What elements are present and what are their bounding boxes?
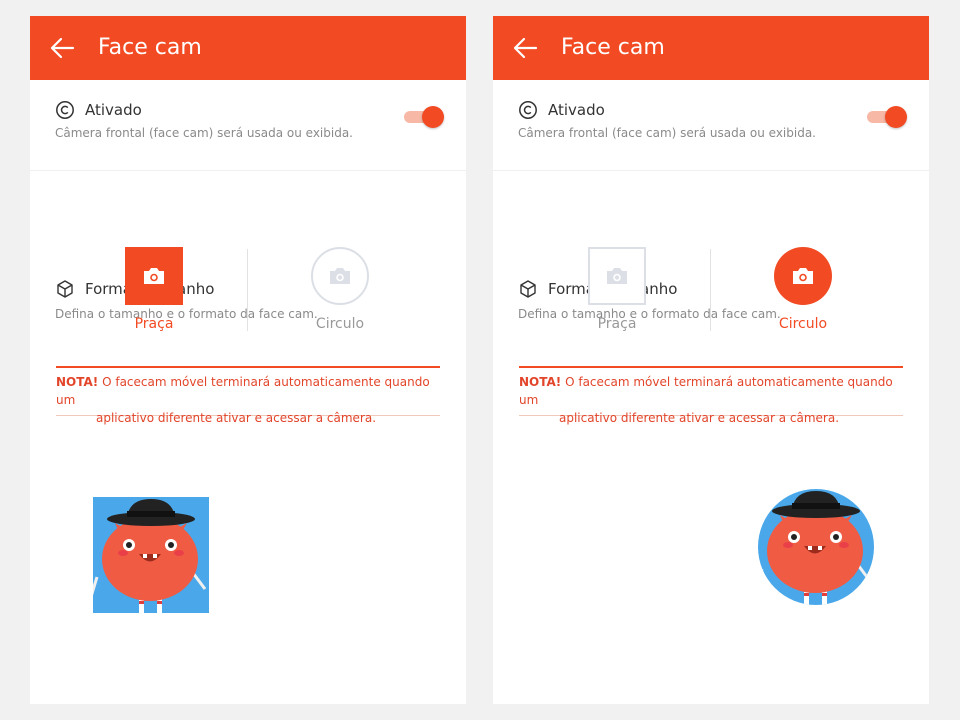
- activated-row[interactable]: Ativado Câmera frontal (face cam) será u…: [30, 80, 466, 171]
- app-bar: Face cam: [493, 16, 929, 80]
- camera-icon: [330, 268, 350, 284]
- square-shape-button: [588, 247, 646, 305]
- note-text-line2: aplicativo diferente ativar e acessar a …: [96, 411, 377, 425]
- toggle-knob: [885, 106, 907, 128]
- circle-label: Circulo: [778, 316, 828, 332]
- circle-label: Circulo: [315, 316, 365, 332]
- activated-toggle[interactable]: [404, 106, 444, 128]
- circle-shape-button: [311, 247, 369, 305]
- back-arrow-icon[interactable]: [48, 34, 76, 62]
- circle-shape-button: [774, 247, 832, 305]
- option-divider: [710, 249, 711, 331]
- camera-icon: [607, 268, 627, 284]
- shape-option-circle[interactable]: Circulo: [741, 247, 871, 339]
- app-bar: Face cam: [30, 16, 466, 80]
- copyright-circle-icon: [56, 101, 74, 119]
- face-cam-screen-circle: Face cam Ativado Câmera frontal (face ca…: [493, 16, 929, 704]
- activated-title: Ativado: [548, 101, 605, 119]
- cube-icon: [57, 280, 73, 298]
- note-label: NOTA!: [519, 375, 562, 389]
- back-arrow-icon[interactable]: [511, 34, 539, 62]
- shape-option-square[interactable]: Praça: [92, 247, 222, 339]
- monster-avatar-image: [758, 489, 874, 605]
- toggle-knob: [422, 106, 444, 128]
- square-shape-button: [125, 247, 183, 305]
- copyright-circle-icon: [519, 101, 537, 119]
- page-title: Face cam: [561, 35, 665, 60]
- option-divider: [247, 249, 248, 331]
- page-title: Face cam: [98, 35, 202, 60]
- note-text-line1: O facecam móvel terminará automaticament…: [56, 375, 430, 407]
- facecam-preview-square[interactable]: [93, 497, 209, 613]
- note-text-line2: aplicativo diferente ativar e acessar a …: [559, 411, 840, 425]
- note-box: NOTA! O facecam móvel terminará automati…: [519, 366, 903, 425]
- face-cam-screen-square: Face cam Ativado Câmera frontal (face ca…: [30, 16, 466, 704]
- activated-toggle[interactable]: [867, 106, 907, 128]
- square-label: Praça: [134, 316, 174, 332]
- activated-subtitle: Câmera frontal (face cam) será usada ou …: [518, 126, 816, 140]
- activated-title: Ativado: [85, 101, 142, 119]
- monster-avatar-image: [93, 497, 209, 613]
- square-label: Praça: [597, 316, 637, 332]
- cube-icon: [520, 280, 536, 298]
- shape-option-circle[interactable]: Circulo: [278, 247, 408, 339]
- camera-icon: [144, 268, 164, 284]
- camera-icon: [793, 268, 813, 284]
- activated-row[interactable]: Ativado Câmera frontal (face cam) será u…: [493, 80, 929, 171]
- note-text-line1: O facecam móvel terminará automaticament…: [519, 375, 893, 407]
- shape-option-square[interactable]: Praça: [555, 247, 685, 339]
- note-box: NOTA! O facecam móvel terminará automati…: [56, 366, 440, 425]
- facecam-preview-circle[interactable]: [758, 489, 874, 605]
- activated-subtitle: Câmera frontal (face cam) será usada ou …: [55, 126, 353, 140]
- note-label: NOTA!: [56, 375, 99, 389]
